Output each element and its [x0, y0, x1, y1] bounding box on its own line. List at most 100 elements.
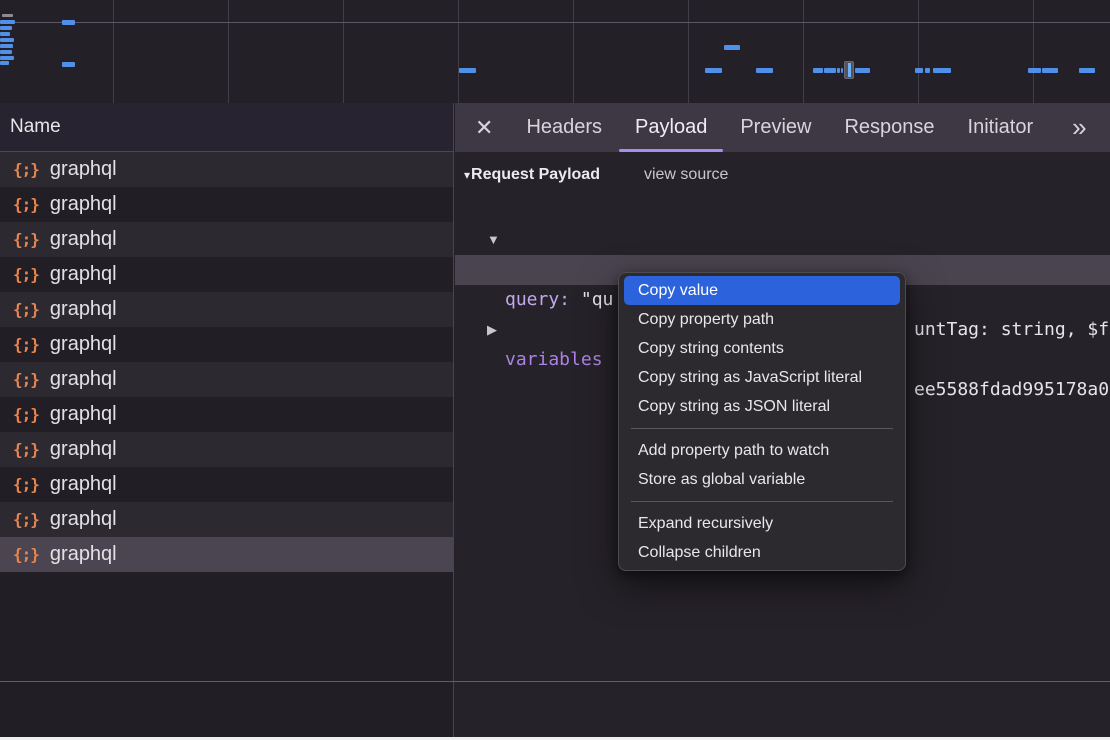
json-braces-icon: {;} — [13, 405, 39, 424]
overview-gridline — [688, 0, 689, 103]
request-row[interactable]: {;} graphql — [0, 467, 453, 502]
summary-bar-divider — [0, 681, 1110, 682]
waterfall-bar — [0, 38, 14, 42]
overview-gridline — [343, 0, 344, 103]
menu-item-copy-property-path[interactable]: Copy property path — [624, 305, 900, 334]
details-tabbar: ✕ Headers Payload Preview Response Initiator… — [455, 103, 1110, 152]
property-value-right: untTag: string, $f — [914, 315, 1109, 345]
property-value-right: ee5588fdad995178a0 — [914, 375, 1109, 405]
overview-gridline — [458, 0, 459, 103]
waterfall-bar — [0, 32, 10, 36]
menu-divider — [631, 501, 893, 502]
network-overview-timeline[interactable] — [0, 0, 1110, 103]
property-key: variables — [505, 349, 603, 370]
request-name-label: graphql — [50, 438, 117, 461]
overview-gridline — [573, 0, 574, 103]
menu-divider — [631, 428, 893, 429]
waterfall-bar — [0, 56, 14, 60]
json-braces-icon: {;} — [13, 230, 39, 249]
waterfall-marker-line — [848, 63, 851, 77]
tab-initiator[interactable]: Initiator — [968, 103, 1034, 152]
waterfall-bar — [0, 44, 13, 48]
overview-baseline — [0, 22, 1110, 23]
request-name-label: graphql — [50, 263, 117, 286]
request-row[interactable]: {;} graphql — [0, 222, 453, 257]
menu-item-store-as-global-variable[interactable]: Store as global variable — [624, 465, 900, 494]
request-row[interactable]: {;} graphql — [0, 432, 453, 467]
json-braces-icon: {;} — [13, 370, 39, 389]
waterfall-bar — [62, 20, 75, 25]
close-icon[interactable]: ✕ — [475, 103, 493, 152]
menu-item-add-property-path-to-watch[interactable]: Add property path to watch — [624, 436, 900, 465]
context-menu: Copy valueCopy property pathCopy string … — [618, 272, 906, 571]
menu-item-collapse-children[interactable]: Collapse children — [624, 538, 900, 567]
waterfall-bar — [1079, 68, 1095, 73]
request-payload-section-header[interactable]: ▾ Request Payload view source — [455, 166, 1110, 184]
waterfall-bar — [0, 20, 15, 24]
request-name-label: graphql — [50, 368, 117, 391]
waterfall-bar — [824, 68, 836, 73]
json-braces-icon: {;} — [13, 545, 39, 564]
waterfall-bar — [62, 62, 75, 67]
request-name-label: graphql — [50, 403, 117, 426]
request-name-label: graphql — [50, 333, 117, 356]
waterfall-bar — [0, 50, 12, 54]
menu-item-expand-recursively[interactable]: Expand recursively — [624, 509, 900, 538]
waterfall-bar — [724, 45, 740, 50]
payload-root-row[interactable]: ▼ {operationName: "ipFlowTimeseries", va… — [455, 195, 1110, 225]
json-braces-icon: {;} — [13, 475, 39, 494]
waterfall-bar — [813, 68, 823, 73]
overview-gridline — [803, 0, 804, 103]
waterfall-bar — [756, 68, 773, 73]
tab-preview[interactable]: Preview — [740, 103, 811, 152]
overview-gray-dash — [2, 14, 13, 17]
waterfall-bar — [0, 61, 9, 65]
tabs-container: Headers Payload Preview Response Initiator — [526, 103, 1033, 152]
request-row[interactable]: {;} graphql — [0, 362, 453, 397]
section-collapse-icon[interactable]: ▾ — [464, 168, 470, 182]
view-source-link[interactable]: view source — [644, 166, 728, 184]
operation-name-row[interactable]: operationName: "ipFlowTimeseries" — [455, 225, 1110, 255]
waterfall-bar — [933, 68, 951, 73]
request-row[interactable]: {;} graphql — [0, 327, 453, 362]
more-tabs-icon[interactable]: » — [1072, 103, 1084, 152]
request-row[interactable]: {;}graphql — [0, 187, 453, 222]
tab-payload[interactable]: Payload — [635, 103, 707, 152]
json-braces-icon: {;} — [13, 265, 39, 284]
section-title: Request Payload — [471, 166, 600, 184]
request-name-label: graphql — [50, 543, 117, 566]
menu-item-copy-string-contents[interactable]: Copy string contents — [624, 334, 900, 363]
menu-item-copy-string-as-javascript-literal[interactable]: Copy string as JavaScript literal — [624, 363, 900, 392]
request-name-label: graphql — [50, 193, 117, 216]
request-name-label: graphql — [50, 473, 117, 496]
tab-headers[interactable]: Headers — [526, 103, 602, 152]
request-row[interactable]: {;} graphql — [0, 537, 453, 572]
name-column-label: Name — [10, 116, 61, 138]
request-row[interactable]: {;} graphql — [0, 397, 453, 432]
request-name-label: graphql — [50, 158, 117, 181]
waterfall-bar — [915, 68, 923, 73]
requests-panel: Name {;} graphql {;} graphql {;} graphql {;} gr… — [0, 103, 454, 737]
waterfall-bar — [1042, 68, 1058, 73]
tab-response[interactable]: Response — [844, 103, 934, 152]
waterfall-bar — [705, 68, 722, 73]
overview-gridline — [918, 0, 919, 103]
request-name-label: graphql — [50, 228, 117, 251]
waterfall-bar — [0, 26, 12, 30]
waterfall-bar — [1028, 68, 1041, 73]
overview-gridline — [1033, 0, 1034, 103]
overview-gridline — [228, 0, 229, 103]
json-braces-icon: {;} — [13, 335, 39, 354]
json-braces-icon: {;} — [13, 510, 39, 529]
collapsed-arrow-icon[interactable]: ▶ — [487, 315, 497, 345]
json-braces-icon: {;} — [13, 440, 39, 459]
menu-item-copy-value[interactable]: Copy value — [624, 276, 900, 305]
json-braces-icon: {;} — [13, 160, 39, 179]
name-column-header[interactable]: Name — [0, 103, 453, 152]
request-row[interactable]: {;}graphql — [0, 502, 453, 537]
menu-item-copy-string-as-json-literal[interactable]: Copy string as JSON literal — [624, 392, 900, 421]
request-row[interactable]: {;} graphql — [0, 152, 453, 187]
request-row[interactable]: {;}graphql — [0, 292, 453, 327]
waterfall-bar — [837, 68, 840, 73]
request-row[interactable]: {;} graphql — [0, 257, 453, 292]
